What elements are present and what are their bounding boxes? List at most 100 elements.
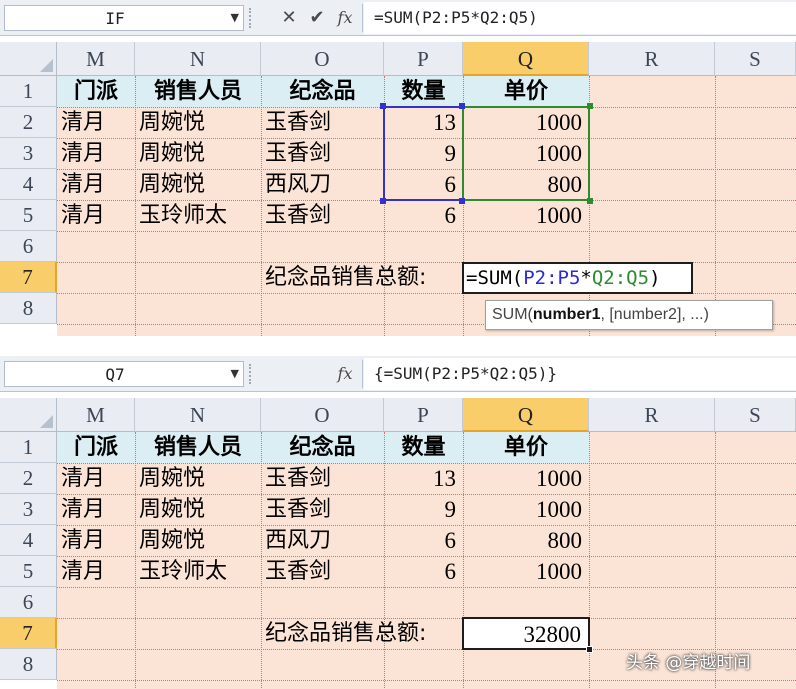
data-cell[interactable]: 9: [384, 494, 463, 525]
header-cell-quantity[interactable]: 数量: [384, 432, 463, 463]
data-cell[interactable]: 1000: [463, 494, 589, 525]
row-header-5[interactable]: 5: [0, 200, 57, 231]
data-cell[interactable]: 玉玲师太: [135, 556, 261, 587]
formula-input[interactable]: =SUM(P2:P5*Q2:Q5): [364, 2, 796, 34]
header-cell-sect[interactable]: 门派: [57, 432, 135, 463]
data-cell[interactable]: 13: [384, 463, 463, 494]
data-cell[interactable]: 周婉悦: [135, 138, 261, 169]
data-cell[interactable]: 清月: [57, 107, 135, 138]
data-cell[interactable]: 6: [384, 200, 463, 231]
data-cell[interactable]: 周婉悦: [135, 169, 261, 200]
function-argument-tooltip[interactable]: SUM(number1, [number2], ...): [485, 300, 773, 330]
column-header-q[interactable]: Q: [463, 42, 589, 76]
data-cell[interactable]: 清月: [57, 494, 135, 525]
range-handle[interactable]: [459, 198, 465, 204]
column-header-p[interactable]: P: [384, 42, 463, 76]
column-header-n[interactable]: N: [135, 42, 261, 76]
row-header-8[interactable]: 8: [0, 649, 57, 680]
column-header-p[interactable]: P: [384, 398, 463, 432]
row-header-3[interactable]: 3: [0, 494, 57, 525]
range-handle[interactable]: [587, 103, 593, 109]
header-cell-unit-price[interactable]: 单价: [463, 76, 589, 107]
column-header-m[interactable]: M: [57, 398, 135, 432]
data-cell[interactable]: 周婉悦: [135, 107, 261, 138]
column-header-s[interactable]: S: [715, 42, 796, 76]
column-header-n[interactable]: N: [135, 398, 261, 432]
data-cell[interactable]: 800: [463, 525, 589, 556]
name-box[interactable]: Q7 ▼: [4, 361, 244, 387]
column-header-q[interactable]: Q: [463, 398, 589, 432]
header-cell-salesperson[interactable]: 销售人员: [135, 432, 261, 463]
total-label[interactable]: 纪念品销售总额:: [261, 262, 463, 293]
column-header-o[interactable]: O: [261, 42, 384, 76]
data-cell[interactable]: 清月: [57, 138, 135, 169]
column-header-r[interactable]: R: [589, 42, 715, 76]
name-box-dropdown-icon[interactable]: ▼: [231, 367, 239, 380]
data-cell[interactable]: 玉香剑: [261, 107, 384, 138]
header-cell-salesperson[interactable]: 销售人员: [135, 76, 261, 107]
data-cell[interactable]: 清月: [57, 525, 135, 556]
row-header-6[interactable]: 6: [0, 587, 57, 618]
in-cell-formula-editor[interactable]: =SUM(P2:P5*Q2:Q5): [462, 262, 693, 294]
name-box[interactable]: IF ▼: [4, 5, 244, 31]
data-cell[interactable]: 玉香剑: [261, 494, 384, 525]
row-header-8[interactable]: 8: [0, 293, 57, 324]
header-cell-unit-price[interactable]: 单价: [463, 432, 589, 463]
data-cell[interactable]: 西风刀: [261, 169, 384, 200]
data-cell[interactable]: 玉香剑: [261, 463, 384, 494]
select-all-corner[interactable]: [0, 398, 57, 432]
column-header-o[interactable]: O: [261, 398, 384, 432]
cancel-icon[interactable]: ✕: [278, 6, 300, 30]
select-all-corner[interactable]: [0, 42, 57, 76]
formula-input[interactable]: {=SUM(P2:P5*Q2:Q5)}: [364, 358, 796, 390]
insert-function-icon[interactable]: fx: [334, 362, 356, 386]
range-handle[interactable]: [587, 198, 593, 204]
header-cell-sect[interactable]: 门派: [57, 76, 135, 107]
row-header-7[interactable]: 7: [0, 262, 57, 293]
row-header-1[interactable]: 1: [0, 76, 57, 107]
column-header-m[interactable]: M: [57, 42, 135, 76]
data-cell[interactable]: 1000: [463, 200, 589, 231]
row-header-4[interactable]: 4: [0, 525, 57, 556]
data-cell[interactable]: 玉香剑: [261, 200, 384, 231]
row-header-4[interactable]: 4: [0, 169, 57, 200]
data-cell[interactable]: 清月: [57, 200, 135, 231]
row-header-2[interactable]: 2: [0, 107, 57, 138]
data-cell[interactable]: 玉香剑: [261, 138, 384, 169]
row-header-2[interactable]: 2: [0, 463, 57, 494]
row-header-1[interactable]: 1: [0, 432, 57, 463]
data-cell[interactable]: 周婉悦: [135, 494, 261, 525]
header-cell-quantity[interactable]: 数量: [384, 76, 463, 107]
fill-handle[interactable]: [586, 646, 593, 653]
formula-bar-grip[interactable]: [249, 364, 259, 384]
data-cell[interactable]: 周婉悦: [135, 463, 261, 494]
data-cell[interactable]: 玉香剑: [261, 556, 384, 587]
data-cell[interactable]: 周婉悦: [135, 525, 261, 556]
formula-bar-grip[interactable]: [249, 8, 259, 28]
range-handle[interactable]: [380, 198, 386, 204]
range-handle[interactable]: [380, 103, 386, 109]
data-cell[interactable]: 6: [384, 556, 463, 587]
data-cell[interactable]: 清月: [57, 463, 135, 494]
data-cell[interactable]: 1000: [463, 556, 589, 587]
row-header-3[interactable]: 3: [0, 138, 57, 169]
data-cell[interactable]: 玉玲师太: [135, 200, 261, 231]
insert-function-icon[interactable]: fx: [334, 6, 356, 30]
column-header-s[interactable]: S: [715, 398, 796, 432]
data-cell[interactable]: 1000: [463, 463, 589, 494]
column-header-r[interactable]: R: [589, 398, 715, 432]
row-header-7[interactable]: 7: [0, 618, 57, 649]
data-cell[interactable]: 清月: [57, 556, 135, 587]
enter-icon[interactable]: ✔: [306, 6, 328, 30]
active-cell-q7[interactable]: 32800: [462, 617, 590, 650]
header-cell-souvenir[interactable]: 纪念品: [261, 432, 384, 463]
data-cell[interactable]: 清月: [57, 169, 135, 200]
data-cell[interactable]: 西风刀: [261, 525, 384, 556]
name-box-dropdown-icon[interactable]: ▼: [231, 11, 239, 24]
cell-area[interactable]: 门派 销售人员 纪念品 数量 单价 清月 周婉悦 玉香剑 13 1000 清月 …: [57, 76, 796, 336]
header-cell-souvenir[interactable]: 纪念品: [261, 76, 384, 107]
row-header-6[interactable]: 6: [0, 231, 57, 262]
range-handle[interactable]: [459, 103, 465, 109]
row-header-5[interactable]: 5: [0, 556, 57, 587]
data-cell[interactable]: 6: [384, 525, 463, 556]
